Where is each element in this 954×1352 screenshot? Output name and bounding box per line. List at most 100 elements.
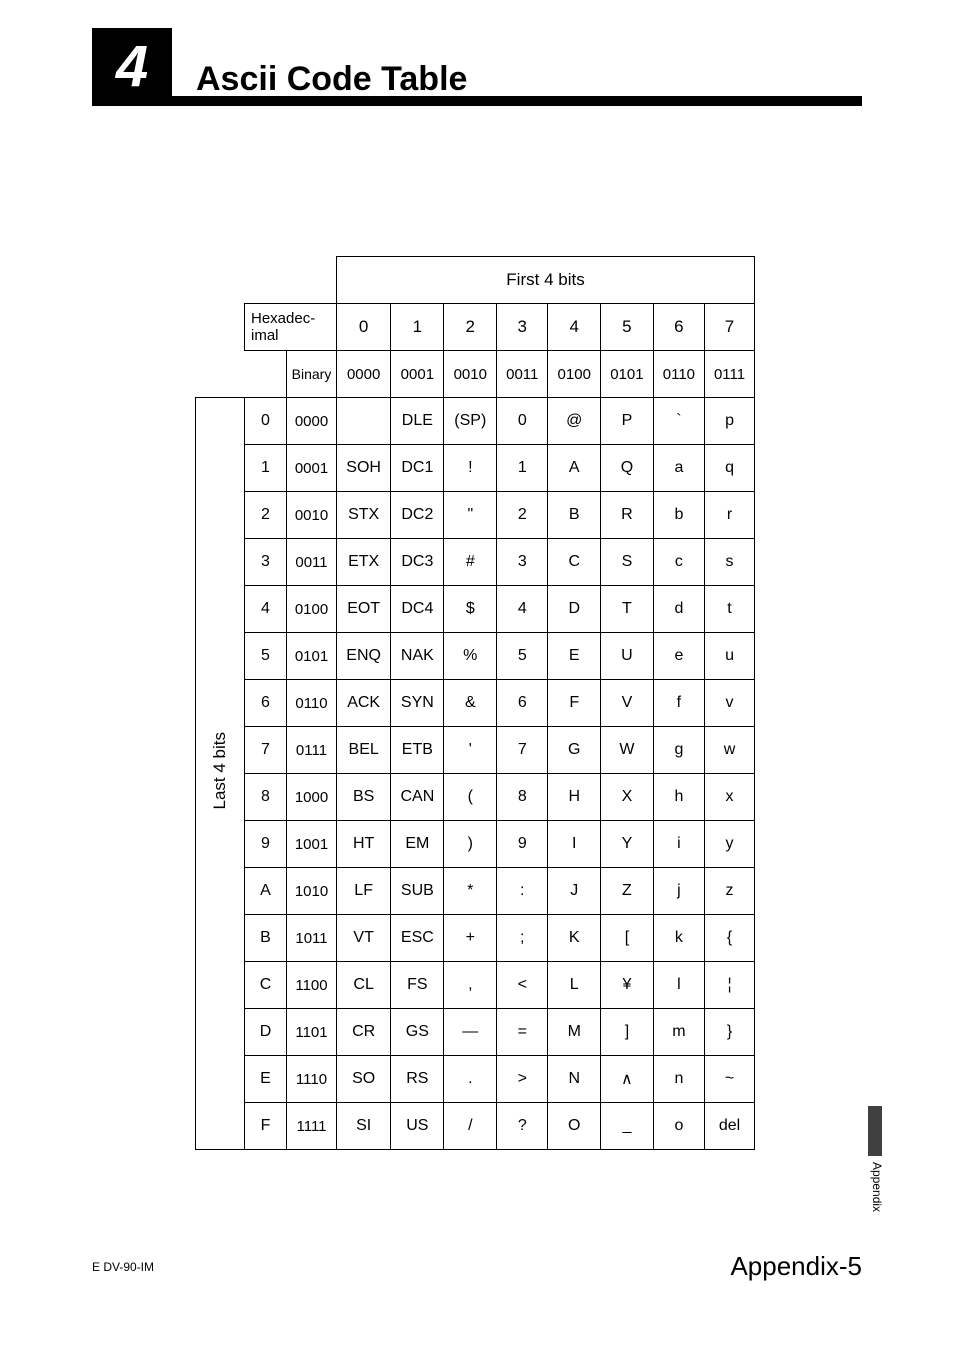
ascii-cell: f	[653, 680, 704, 727]
ascii-cell: CL	[337, 962, 391, 1009]
ascii-cell: I	[548, 821, 601, 868]
ascii-cell: Z	[601, 868, 654, 915]
row-hex: 9	[245, 821, 287, 868]
ascii-cell: V	[601, 680, 654, 727]
ascii-cell	[337, 398, 391, 445]
col-bin-3: 0011	[497, 351, 548, 398]
ascii-cell: r	[705, 492, 755, 539]
ascii-cell: ESC	[391, 915, 444, 962]
ascii-cell: i	[653, 821, 704, 868]
ascii-cell: D	[548, 586, 601, 633]
row-hex: A	[245, 868, 287, 915]
ascii-cell: y	[705, 821, 755, 868]
row-hex: 4	[245, 586, 287, 633]
ascii-cell: W	[601, 727, 654, 774]
row-hex: 2	[245, 492, 287, 539]
ascii-cell: (SP)	[444, 398, 497, 445]
table-row: 20010STXDC2"2BRbr	[196, 492, 755, 539]
ascii-cell: EM	[391, 821, 444, 868]
ascii-cell: o	[653, 1103, 704, 1150]
table-row: 50101ENQNAK%5EUeu	[196, 633, 755, 680]
ascii-cell: G	[548, 727, 601, 774]
ascii-cell: &	[444, 680, 497, 727]
row-bin: 1111	[287, 1103, 337, 1150]
ascii-cell: 6	[497, 680, 548, 727]
ascii-cell: EOT	[337, 586, 391, 633]
ascii-cell: (	[444, 774, 497, 821]
row-hex: E	[245, 1056, 287, 1103]
row-bin: 1010	[287, 868, 337, 915]
ascii-cell: #	[444, 539, 497, 586]
row-bin: 0001	[287, 445, 337, 492]
ascii-cell: J	[548, 868, 601, 915]
hexadecimal-label: Hexadec- imal	[245, 304, 337, 351]
first4-label: First 4 bits	[337, 257, 755, 304]
row-hex: D	[245, 1009, 287, 1056]
ascii-cell: R	[601, 492, 654, 539]
col-hex-7: 7	[705, 304, 755, 351]
table-row: 10001SOHDC1!1AQaq	[196, 445, 755, 492]
row-bin: 1011	[287, 915, 337, 962]
table-row: A1010LFSUB*:JZjz	[196, 868, 755, 915]
ascii-cell: NAK	[391, 633, 444, 680]
ascii-cell: x	[705, 774, 755, 821]
ascii-cell: ~	[705, 1056, 755, 1103]
ascii-cell: O	[548, 1103, 601, 1150]
ascii-cell: F	[548, 680, 601, 727]
table-row: D1101CRGS—=M]m}	[196, 1009, 755, 1056]
col-hex-6: 6	[653, 304, 704, 351]
col-hex-0: 0	[337, 304, 391, 351]
ascii-cell: ,	[444, 962, 497, 1009]
row-hex: 6	[245, 680, 287, 727]
footer-page-number: Appendix-5	[730, 1251, 862, 1282]
ascii-cell: U	[601, 633, 654, 680]
ascii-cell: ?	[497, 1103, 548, 1150]
side-tab-label: Appendix	[870, 1162, 884, 1212]
ascii-cell: T	[601, 586, 654, 633]
ascii-cell: <	[497, 962, 548, 1009]
ascii-cell: SOH	[337, 445, 391, 492]
ascii-cell: SUB	[391, 868, 444, 915]
ascii-cell: k	[653, 915, 704, 962]
ascii-cell: q	[705, 445, 755, 492]
ascii-cell: C	[548, 539, 601, 586]
ascii-cell: BEL	[337, 727, 391, 774]
ascii-cell: _	[601, 1103, 654, 1150]
ascii-cell: l	[653, 962, 704, 1009]
ascii-cell: 9	[497, 821, 548, 868]
ascii-cell: j	[653, 868, 704, 915]
ascii-cell: e	[653, 633, 704, 680]
row-hex: B	[245, 915, 287, 962]
ascii-cell: z	[705, 868, 755, 915]
ascii-cell: *	[444, 868, 497, 915]
table-row: 91001HTEM)9IYiy	[196, 821, 755, 868]
ascii-cell: S	[601, 539, 654, 586]
ascii-cell: X	[601, 774, 654, 821]
col-hex-3: 3	[497, 304, 548, 351]
ascii-cell: $	[444, 586, 497, 633]
ascii-cell: !	[444, 445, 497, 492]
row-bin: 0111	[287, 727, 337, 774]
ascii-cell: {	[705, 915, 755, 962]
table-row: 40100EOTDC4$4DTdt	[196, 586, 755, 633]
row-bin: 0100	[287, 586, 337, 633]
ascii-cell: Q	[601, 445, 654, 492]
row-bin: 0110	[287, 680, 337, 727]
ascii-cell: 2	[497, 492, 548, 539]
ascii-cell: ENQ	[337, 633, 391, 680]
header-row-binary: Binary 0000 0001 0010 0011 0100 0101 011…	[196, 351, 755, 398]
table-row: E1110SORS.>N∧n~	[196, 1056, 755, 1103]
table-row: C1100CLFS,<L¥l¦	[196, 962, 755, 1009]
row-hex: 8	[245, 774, 287, 821]
ascii-cell: GS	[391, 1009, 444, 1056]
ascii-cell: .	[444, 1056, 497, 1103]
row-bin: 0010	[287, 492, 337, 539]
col-bin-6: 0110	[653, 351, 704, 398]
ascii-cell: /	[444, 1103, 497, 1150]
ascii-cell: ]	[601, 1009, 654, 1056]
ascii-cell: Y	[601, 821, 654, 868]
ascii-cell: ACK	[337, 680, 391, 727]
ascii-cell: DC3	[391, 539, 444, 586]
ascii-cell: 8	[497, 774, 548, 821]
ascii-cell: t	[705, 586, 755, 633]
